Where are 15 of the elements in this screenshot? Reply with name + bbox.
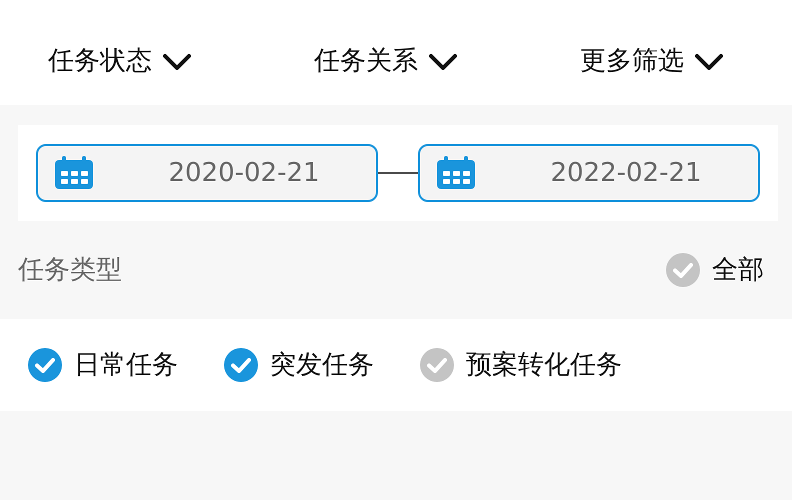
- start-date-field[interactable]: 2020-02-21: [36, 144, 378, 202]
- checkbox[interactable]: 全部: [666, 250, 764, 290]
- end-date-field[interactable]: 2022-02-21: [418, 144, 760, 202]
- section-title: 任务类型: [18, 254, 122, 286]
- checkbox[interactable]: 预案转化任务: [420, 346, 622, 384]
- filter-dropdown[interactable]: 任务关系: [286, 42, 486, 81]
- checkbox[interactable]: 突发任务: [224, 346, 374, 384]
- chevron-icon: [428, 52, 458, 72]
- calendar-icon: [54, 156, 94, 190]
- checkbox[interactable]: 日常任务: [28, 346, 178, 384]
- chevron-icon: [694, 52, 724, 72]
- filter-dropdown[interactable]: 任务状态: [20, 42, 220, 81]
- filter-dropdown[interactable]: 更多筛选: [552, 42, 752, 81]
- chevron-icon: [162, 52, 192, 72]
- calendar-icon: [436, 156, 476, 190]
